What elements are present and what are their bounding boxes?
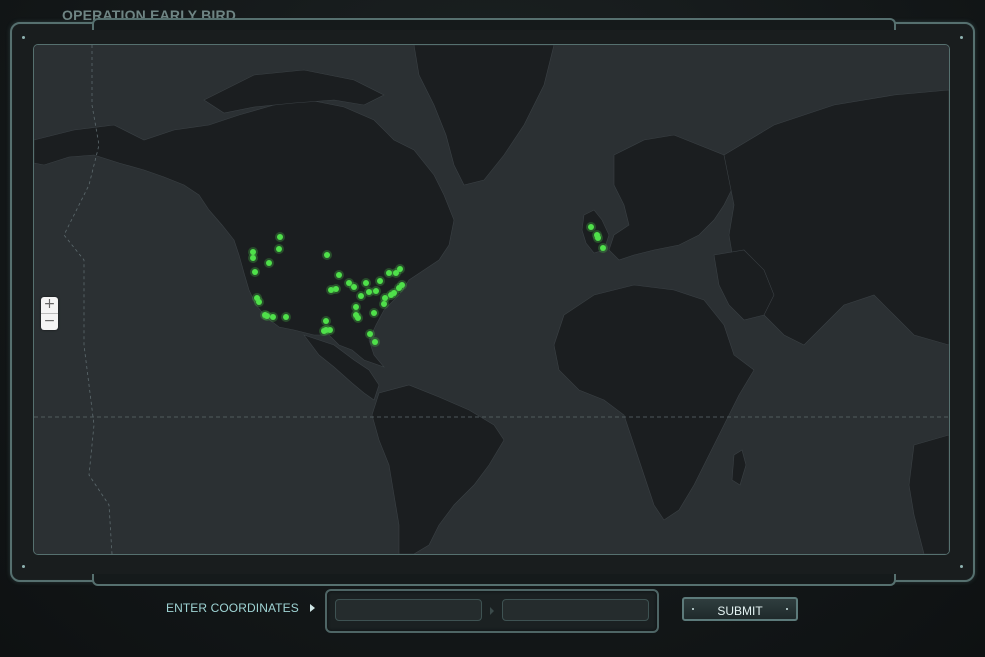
button-dot-decoration: [786, 608, 788, 610]
map-marker[interactable]: [381, 301, 387, 307]
coordinate-input-group: [325, 589, 659, 633]
map-marker[interactable]: [372, 339, 378, 345]
map-marker[interactable]: [252, 269, 258, 275]
map-marker[interactable]: [266, 260, 272, 266]
map-marker[interactable]: [351, 284, 357, 290]
world-map[interactable]: [33, 44, 950, 555]
frame-corner-dot: [22, 36, 25, 39]
frame-top-tab: [92, 18, 896, 30]
frame-corner-dot: [960, 36, 963, 39]
submit-button[interactable]: SUBMIT: [682, 597, 798, 621]
zoom-controls: + −: [41, 297, 58, 330]
map-marker[interactable]: [588, 224, 594, 230]
map-marker[interactable]: [358, 293, 364, 299]
map-marker[interactable]: [353, 304, 359, 310]
map-marker[interactable]: [323, 318, 329, 324]
frame-corner-dot: [22, 565, 25, 568]
button-dot-decoration: [692, 608, 694, 610]
map-marker[interactable]: [399, 282, 405, 288]
coordinates-label: ENTER COORDINATES: [166, 601, 299, 615]
frame-corner-dot: [960, 565, 963, 568]
map-marker[interactable]: [355, 315, 361, 321]
map-marker[interactable]: [373, 288, 379, 294]
map-marker[interactable]: [600, 245, 606, 251]
map-marker[interactable]: [277, 234, 283, 240]
latitude-input[interactable]: [335, 599, 482, 621]
map-marker[interactable]: [397, 266, 403, 272]
map-marker[interactable]: [367, 331, 373, 337]
zoom-out-button[interactable]: −: [41, 313, 58, 330]
world-map-canvas[interactable]: [34, 45, 949, 554]
separator-arrow-icon: [490, 607, 494, 615]
map-marker[interactable]: [333, 286, 339, 292]
map-marker[interactable]: [363, 280, 369, 286]
map-marker[interactable]: [595, 235, 601, 241]
submit-button-label: SUBMIT: [717, 604, 763, 618]
map-marker[interactable]: [256, 299, 262, 305]
map-marker[interactable]: [270, 314, 276, 320]
map-marker[interactable]: [321, 328, 327, 334]
map-marker[interactable]: [377, 278, 383, 284]
coordinate-bar: ENTER COORDINATES SUBMIT: [0, 586, 985, 646]
longitude-input[interactable]: [502, 599, 649, 621]
map-marker[interactable]: [366, 289, 372, 295]
map-marker[interactable]: [371, 310, 377, 316]
map-marker[interactable]: [250, 255, 256, 261]
arrow-right-icon: [310, 604, 315, 612]
frame-bottom-tab: [92, 574, 896, 586]
map-marker[interactable]: [336, 272, 342, 278]
map-marker[interactable]: [283, 314, 289, 320]
map-marker[interactable]: [276, 246, 282, 252]
zoom-in-button[interactable]: +: [41, 297, 58, 313]
map-marker[interactable]: [324, 252, 330, 258]
